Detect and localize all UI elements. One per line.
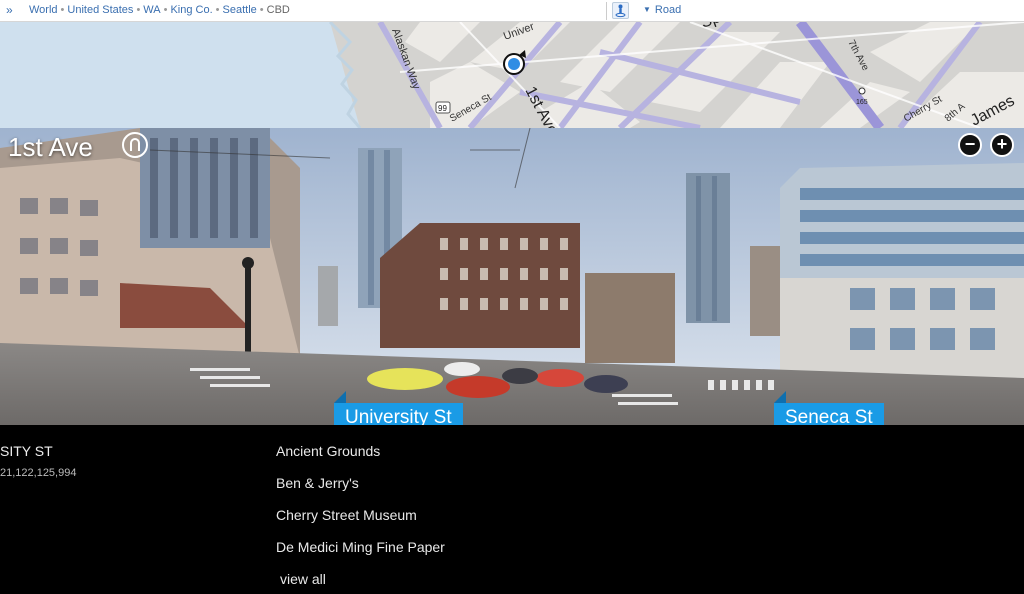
zoom-in-button[interactable]: + — [990, 133, 1014, 157]
streetside-app: » World • United States • WA • King Co. • Seattl… — [0, 0, 1024, 594]
street-tag-university-st[interactable]: University St — [334, 403, 463, 425]
street-tag-seneca-st[interactable]: Seneca St — [774, 403, 884, 425]
breadcrumb: World • United States • WA • King Co. • Seattle •… — [29, 4, 290, 16]
breadcrumb-separator: • — [259, 4, 264, 16]
route-165-label: 165 — [856, 99, 868, 106]
breadcrumb-wa[interactable]: WA — [143, 4, 160, 16]
street-name-title: 1st Ave — [8, 132, 93, 162]
double-chevron-right-icon[interactable]: » — [6, 3, 13, 17]
place-link[interactable]: Ancient Grounds — [276, 443, 380, 459]
view-all-link[interactable]: view all — [280, 571, 326, 587]
u-turn-icon[interactable] — [122, 132, 148, 158]
person-pin-icon[interactable] — [612, 2, 629, 19]
breadcrumb-separator: • — [60, 4, 65, 16]
mini-map[interactable]: Alaskan Way Univer 1st Ave Seneca St Sp … — [0, 22, 1024, 128]
caret-down-icon: ▼ — [643, 5, 651, 14]
location-info-panel: SITY ST 21,122,125,994 Ancient Grounds B… — [0, 425, 1024, 594]
map-style-dropdown[interactable]: ▼ Road — [643, 4, 681, 16]
route-165-marker — [858, 87, 866, 95]
street-tag-notch — [774, 391, 786, 403]
place-link[interactable]: Ben & Jerry's — [276, 475, 359, 491]
map-style-label: Road — [654, 4, 682, 16]
location-coordinates: 21,122,125,994 — [0, 467, 77, 479]
location-title: SITY ST — [0, 443, 53, 459]
place-link[interactable]: Cherry Street Museum — [276, 507, 417, 523]
breadcrumb-king-co[interactable]: King Co. — [170, 4, 212, 16]
zoom-out-button[interactable]: − — [958, 133, 982, 157]
street-tag-notch — [334, 391, 346, 403]
breadcrumb-seattle[interactable]: Seattle — [223, 4, 257, 16]
breadcrumb-separator: • — [215, 4, 220, 16]
route-99-label: 99 — [438, 104, 447, 113]
breadcrumb-separator: • — [136, 4, 141, 16]
place-link[interactable]: De Medici Ming Fine Paper — [276, 539, 445, 555]
breadcrumb-separator: • — [163, 4, 168, 16]
top-toolbar: » World • United States • WA • King Co. • Seattl… — [0, 0, 1024, 22]
streetside-panorama[interactable]: 1st Ave − + University St Seneca St — [0, 128, 1024, 425]
breadcrumb-world[interactable]: World — [29, 4, 58, 16]
breadcrumb-current: CBD — [266, 4, 290, 16]
toolbar-divider — [606, 2, 607, 20]
breadcrumb-united-states[interactable]: United States — [67, 4, 133, 16]
